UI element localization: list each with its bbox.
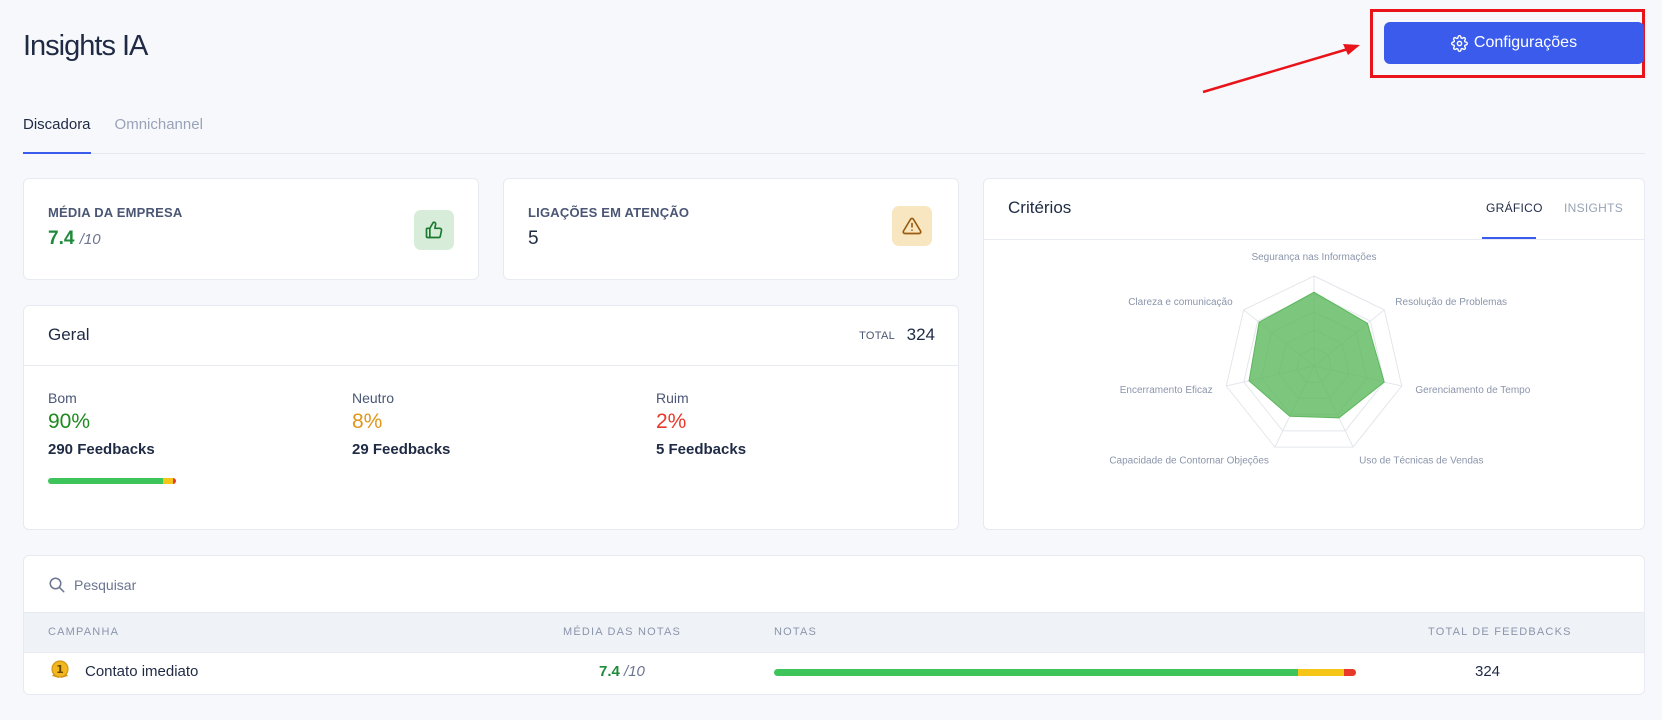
company-average-card: MÉDIA DA EMPRESA 7.4 /10 (23, 178, 479, 280)
geral-ruim-percent: 2% (656, 410, 687, 433)
cell-media-score: 7.4 (599, 663, 620, 680)
table-row[interactable]: 1 Contato imediato 7.4 /10 324 (24, 653, 1644, 691)
notas-distribution-bar (774, 669, 1356, 676)
gear-icon (1450, 34, 1468, 52)
search-icon (49, 577, 65, 593)
radar-axis-label: Segurança nas Informações (1251, 252, 1376, 263)
geral-bom-percent: 90% (48, 410, 91, 433)
cell-total: 324 (1475, 663, 1501, 680)
geral-ruim-label: Ruim (656, 390, 689, 406)
tab-discadora[interactable]: Discadora (23, 108, 91, 154)
tab-grafico[interactable]: GRÁFICO (1486, 201, 1543, 215)
tab-bar: Discadora Omnichannel (23, 108, 1645, 154)
criterios-title: Critérios (1008, 198, 1072, 217)
geral-neutro: Neutro 8% 29 Feedbacks (352, 390, 450, 458)
radar-axis-label: Uso de Técnicas de Vendas (1359, 456, 1483, 467)
cell-media-scale: /10 (624, 663, 645, 680)
company-average-score: 7.4 (48, 228, 75, 249)
divider (24, 365, 958, 366)
company-average-value: 7.4 /10 (48, 228, 101, 250)
radar-data-area (1248, 291, 1385, 419)
radar-axis-label: Resolução de Problemas (1395, 297, 1507, 308)
bar-segment-good (774, 669, 1298, 676)
search-input[interactable] (74, 572, 574, 598)
company-average-label: MÉDIA DA EMPRESA (48, 205, 183, 220)
tab-insights[interactable]: INSIGHTS (1564, 201, 1623, 215)
geral-title: Geral (48, 325, 90, 344)
criterios-radar-chart: Segurança nas Informações Resolução de Pr… (1109, 252, 1530, 467)
attention-calls-label: LIGAÇÕES EM ATENÇÃO (528, 205, 690, 220)
geral-ruim: Ruim 2% 5 Feedbacks (656, 390, 746, 458)
geral-neutro-label: Neutro (352, 390, 395, 406)
settings-button-label: Configurações (1473, 34, 1578, 51)
radar-axis-label: Gerenciamento de Tempo (1415, 385, 1530, 396)
geral-total-value: 324 (906, 325, 935, 344)
campaign-table-card: CAMPANHA MÉDIA DAS NOTAS NOTAS TOTAL DE … (23, 555, 1645, 695)
bar-segment-good (48, 478, 164, 484)
cell-media: 7.4 /10 (599, 663, 645, 680)
geral-bom-label: Bom (48, 390, 77, 406)
company-average-icon-box (414, 210, 454, 250)
header-campanha[interactable]: CAMPANHA (48, 626, 119, 638)
attention-calls-card: LIGAÇÕES EM ATENÇÃO 5 (503, 178, 959, 280)
bar-segment-neutral (1297, 669, 1345, 676)
company-average-scale: /10 (79, 231, 101, 248)
header-media[interactable]: MÉDIA DAS NOTAS (563, 626, 681, 638)
warning-icon (902, 217, 922, 235)
bar-segment-neutral (163, 478, 174, 484)
geral-bom: Bom 90% 290 Feedbacks (48, 390, 155, 458)
criterios-card: Critérios GRÁFICO INSIGHTS Segurança nas… (983, 178, 1645, 530)
geral-distribution-bar (48, 478, 176, 484)
attention-calls-icon-box (892, 206, 932, 246)
radar-axis-label: Clareza e comunicação (1128, 297, 1233, 308)
medal-rank: 1 (56, 663, 64, 676)
thumbs-up-icon (425, 221, 443, 239)
geral-total-label: TOTAL (859, 330, 895, 342)
bar-segment-bad (1344, 669, 1356, 676)
geral-neutro-percent: 8% (352, 410, 383, 433)
geral-bom-feedbacks: 290 Feedbacks (48, 441, 155, 458)
page-title: Insights IA (23, 30, 148, 62)
cell-campanha: Contato imediato (85, 663, 199, 680)
header-notas[interactable]: NOTAS (774, 626, 817, 638)
settings-button[interactable]: Configurações (1384, 22, 1644, 64)
bar-segment-bad (173, 478, 176, 484)
geral-card: Geral TOTAL 324 Bom 90% 290 Feedbacks Ne… (23, 305, 959, 530)
header-total[interactable]: TOTAL DE FEEDBACKS (1428, 626, 1572, 638)
radar-axis-label: Capacidade de Contornar Objeções (1109, 456, 1269, 467)
geral-ruim-feedbacks: 5 Feedbacks (656, 441, 747, 458)
attention-calls-value: 5 (528, 228, 539, 249)
geral-neutro-feedbacks: 29 Feedbacks (352, 441, 451, 458)
radar-axis-label: Encerramento Eficaz (1120, 385, 1213, 396)
tab-omnichannel[interactable]: Omnichannel (115, 108, 203, 154)
table-header: CAMPANHA MÉDIA DAS NOTAS NOTAS TOTAL DE … (24, 612, 1644, 653)
medal-icon: 1 (51, 660, 69, 678)
